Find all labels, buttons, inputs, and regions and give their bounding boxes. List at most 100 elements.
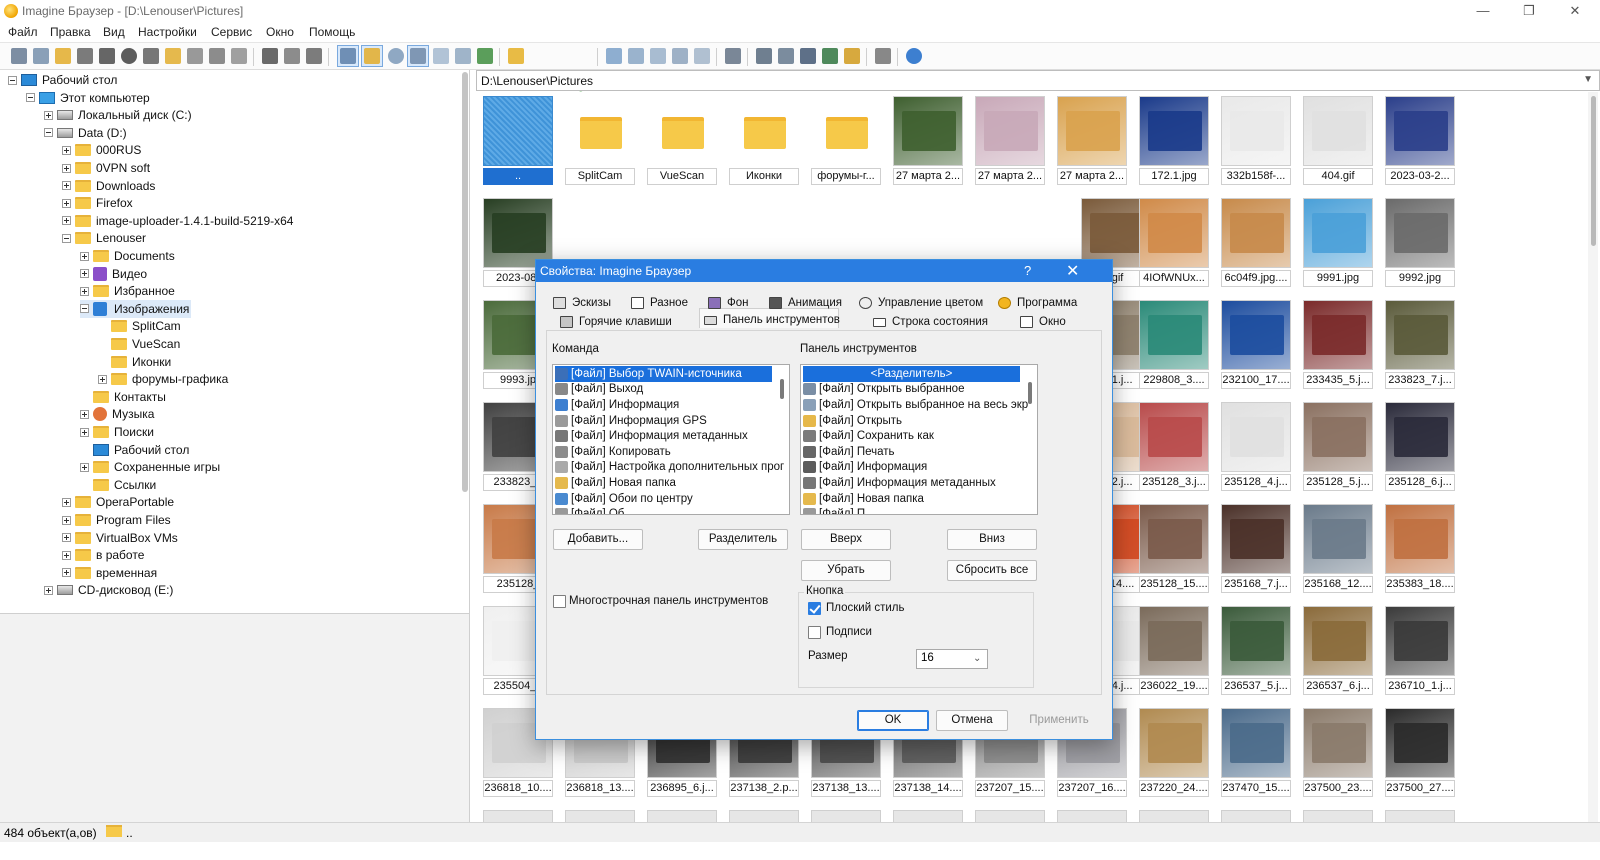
image-thumbnail[interactable]: 237220_24.... — [1139, 708, 1209, 798]
tree-expander-icon[interactable] — [62, 568, 71, 578]
tree-expander-icon[interactable] — [80, 304, 89, 314]
tools-icon[interactable] — [725, 48, 741, 64]
menu-settings[interactable]: Настройки — [138, 25, 197, 39]
toolbar-list-item[interactable]: [Файл] Новая папка — [803, 491, 1029, 507]
tree-expander-icon[interactable] — [80, 251, 89, 261]
filmstrip-icon[interactable] — [455, 48, 471, 64]
image-thumbnail[interactable]: 233435_5.j... — [1303, 300, 1373, 390]
tree-expander-icon[interactable] — [62, 216, 71, 226]
view-icon[interactable] — [11, 48, 27, 64]
properties-icon[interactable] — [875, 48, 891, 64]
tree-item[interactable]: SplitCam — [98, 317, 181, 335]
image-thumbnail[interactable]: 6c04f9.jpg.... — [1221, 198, 1291, 288]
command-list-item[interactable]: [Файл] Настройка дополнительных прог — [555, 460, 784, 476]
image-thumbnail[interactable]: 235128_6.j... — [1385, 402, 1455, 492]
captions-checkbox[interactable] — [808, 626, 821, 639]
menu-help[interactable]: Помощь — [309, 25, 355, 39]
image-thumbnail[interactable]: 172.1.jpg — [1139, 96, 1209, 186]
tree-expander-icon[interactable] — [44, 128, 53, 138]
tree-expander-icon[interactable] — [80, 427, 89, 437]
toolbar-list-item[interactable]: [Файл] Открыть — [803, 413, 1029, 429]
tree-item[interactable]: Контакты — [80, 388, 166, 406]
tree-item[interactable]: временная — [62, 564, 157, 582]
sort-name-icon[interactable] — [606, 48, 622, 64]
grid-icon[interactable] — [433, 48, 449, 64]
tree-expander-icon[interactable] — [62, 533, 71, 543]
tree-expander-icon[interactable] — [80, 286, 89, 296]
command-list-item[interactable]: [Файл] Новая папка — [555, 475, 781, 491]
tab-status-bar[interactable]: Строка состояния — [873, 313, 988, 331]
image-thumbnail[interactable]: 237500_23.... — [1303, 708, 1373, 798]
command-list-item[interactable]: [Файл] Информация — [555, 397, 781, 413]
image-thumbnail[interactable]: 236022_19.... — [1139, 606, 1209, 696]
image-thumbnail[interactable] — [1385, 810, 1455, 822]
tree-item[interactable]: Иконки — [98, 353, 171, 371]
tree-item[interactable]: 000RUS — [62, 141, 141, 159]
command-list-scrollbar[interactable] — [780, 379, 784, 399]
image-thumbnail[interactable]: 235128_15.... — [1139, 504, 1209, 594]
tree-item[interactable]: CD-дисковод (E:) — [44, 581, 173, 599]
tree-item[interactable]: Ссылки — [80, 476, 156, 494]
image-thumbnail[interactable]: 236537_5.j... — [1221, 606, 1291, 696]
rename-icon[interactable] — [187, 48, 203, 64]
tab-background[interactable]: Фон — [708, 294, 749, 312]
parent-folder-thumbnail[interactable]: .. — [483, 96, 553, 186]
tree-expander-icon[interactable] — [62, 497, 71, 507]
toolbar-list-item[interactable]: [Файл] Информация метаданных — [803, 475, 1029, 491]
toolbar-list-item[interactable]: [Файл] Печать — [803, 444, 1029, 460]
image-thumbnail[interactable]: 236537_6.j... — [1303, 606, 1373, 696]
tab-misc[interactable]: Разное — [631, 294, 688, 312]
print-icon[interactable] — [99, 48, 115, 64]
tree-expander-icon[interactable] — [80, 269, 89, 279]
tree-expander-icon[interactable] — [62, 233, 71, 243]
command-list-item[interactable]: [Файл] Выбор TWAIN-источника — [555, 366, 772, 382]
tree-expander-icon[interactable] — [80, 462, 89, 472]
folder-thumbnail[interactable]: SplitCam — [565, 96, 635, 186]
scrollbar-thumb[interactable] — [1591, 96, 1596, 246]
add-button[interactable]: Добавить... — [553, 529, 643, 550]
up-folder-icon[interactable] — [508, 48, 524, 64]
toolbar-list-item[interactable]: <Разделитель> — [803, 366, 1020, 382]
metadata-icon[interactable] — [143, 48, 159, 64]
image-thumbnail[interactable] — [893, 810, 963, 822]
tree-expander-icon[interactable] — [62, 515, 71, 525]
tree-expander-icon[interactable] — [62, 163, 71, 173]
slideshow-icon[interactable] — [756, 48, 772, 64]
command-list-item[interactable]: [Файл] Информация метаданных — [555, 428, 781, 444]
toolbar-list-scrollbar[interactable] — [1028, 382, 1032, 404]
toolbar-items-list[interactable]: <Разделитель> [Файл] Открыть выбранное [Фа… — [800, 364, 1038, 515]
tree-expander-icon[interactable] — [8, 75, 17, 85]
tree-item[interactable]: Сохраненные игры — [80, 458, 220, 476]
image-view-icon[interactable] — [477, 48, 493, 64]
image-thumbnail[interactable]: 235128_4.j... — [1221, 402, 1291, 492]
help-icon[interactable] — [906, 48, 922, 64]
paste-icon[interactable] — [306, 48, 322, 64]
tree-item[interactable]: Program Files — [62, 511, 171, 529]
command-list-item[interactable]: [Файл] Обои по центру — [555, 491, 781, 507]
command-list-item[interactable]: [Файл] Информация GPS — [555, 413, 781, 429]
tab-toolbar[interactable]: Панель инструментов — [704, 311, 840, 329]
image-thumbnail[interactable]: 235168_12.... — [1303, 504, 1373, 594]
remove-button[interactable]: Убрать — [801, 560, 891, 581]
cut-icon[interactable] — [262, 48, 278, 64]
tree-expander-icon[interactable] — [62, 198, 71, 208]
sort-order-icon[interactable] — [694, 48, 710, 64]
tree-expander-icon[interactable] — [62, 145, 71, 155]
cancel-button[interactable]: Отмена — [936, 710, 1008, 731]
tree-item[interactable]: VirtualBox VMs — [62, 529, 178, 547]
image-thumbnail[interactable]: 404.gif — [1303, 96, 1373, 186]
tree-scrollbar[interactable] — [462, 72, 468, 492]
tree-item[interactable]: OperaPortable — [62, 493, 174, 511]
folder-thumbnail[interactable]: VueScan — [647, 96, 717, 186]
toolbar-list-item[interactable]: [Файл] П... — [803, 506, 1029, 514]
image-thumbnail[interactable]: 233823_7.j... — [1385, 300, 1455, 390]
save-icon[interactable] — [77, 48, 93, 64]
tree-item[interactable]: Локальный диск (C:) — [44, 106, 192, 124]
dialog-close-button[interactable]: ✕ — [1066, 261, 1079, 281]
image-thumbnail[interactable] — [1221, 810, 1291, 822]
tree-expander-icon[interactable] — [62, 550, 71, 560]
image-thumbnail[interactable] — [729, 810, 799, 822]
toolbar-list-item[interactable]: [Файл] Информация — [803, 460, 1029, 476]
open-icon[interactable] — [55, 48, 71, 64]
chevron-down-icon[interactable]: ▼ — [1583, 74, 1593, 85]
